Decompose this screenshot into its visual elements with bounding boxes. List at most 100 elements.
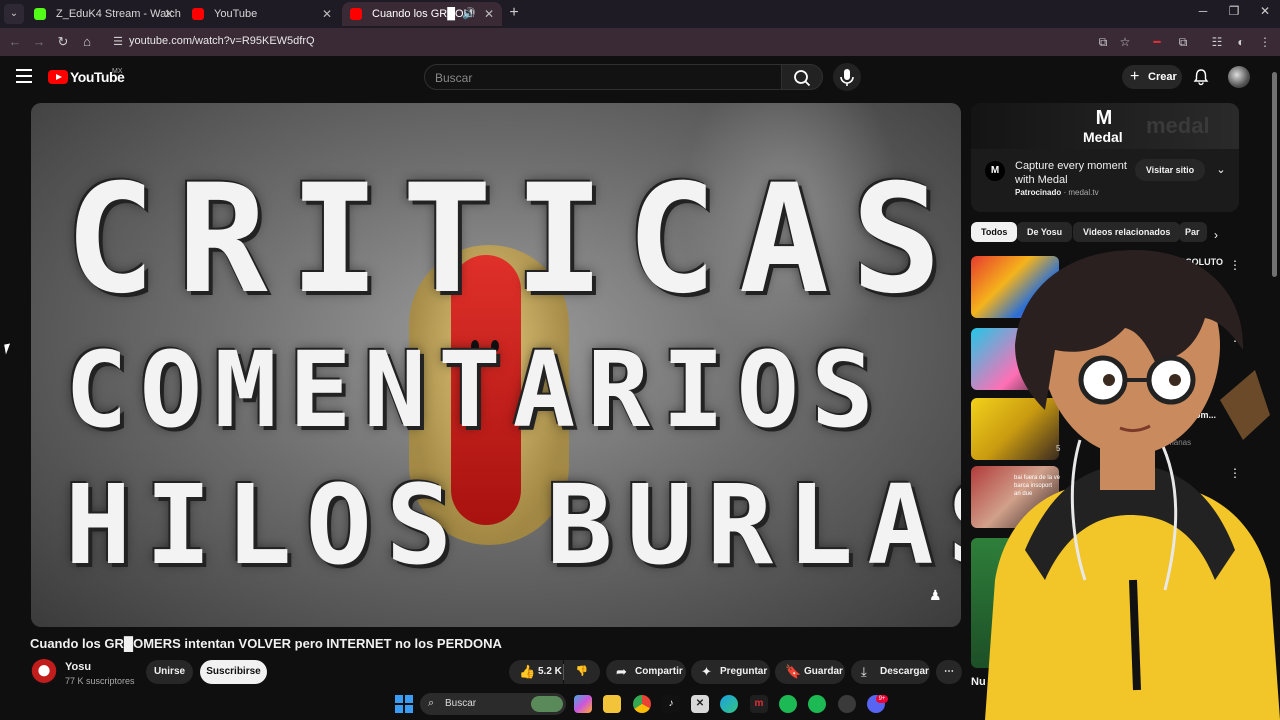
forward-icon[interactable]: →: [30, 34, 48, 50]
chip-de-yosu[interactable]: De Yosu: [1017, 222, 1073, 242]
new-tab-icon[interactable]: +: [505, 3, 523, 23]
chip-partial[interactable]: Par: [1179, 222, 1207, 242]
related-thumbnail[interactable]: [971, 538, 1059, 668]
medal-taskbar-icon[interactable]: m: [750, 695, 768, 713]
youtube-favicon-icon: [350, 8, 362, 20]
browser-menu-icon[interactable]: ⋮: [1256, 34, 1274, 50]
subscriber-count: 77 K suscriptores: [65, 676, 135, 686]
browser-toolbar: ← → ↻ ⌂ ☰ youtube.com/watch?v=R95KEW5dfr…: [0, 28, 1280, 56]
country-code: MX: [112, 68, 123, 75]
more-actions-button[interactable]: ⋯: [936, 660, 962, 684]
home-icon[interactable]: ⌂: [78, 34, 96, 50]
reload-icon[interactable]: ↻: [54, 34, 72, 50]
kick-favicon-icon: [34, 8, 46, 20]
tab-kick-stream[interactable]: Z_EduK4 Stream - Watch Live o ✕: [26, 2, 182, 26]
more-vertical-icon[interactable]: ⋮: [1229, 330, 1241, 344]
voice-search-button[interactable]: [833, 63, 861, 91]
close-tab-icon[interactable]: ✕: [322, 2, 332, 26]
ad-banner[interactable]: medal M Medal: [971, 103, 1239, 149]
tiktok-icon[interactable]: ♪: [662, 695, 680, 713]
close-tab-icon[interactable]: ✕: [484, 2, 494, 26]
save-label: Guardar: [804, 666, 843, 677]
channel-avatar[interactable]: [31, 659, 57, 685]
minimize-icon[interactable]: ─: [1192, 4, 1214, 18]
more-vertical-icon[interactable]: ⋮: [1229, 258, 1241, 272]
ad-title[interactable]: Capture every moment with Medal: [1015, 159, 1135, 187]
extension-red-icon[interactable]: ━: [1148, 34, 1166, 50]
sponsored-label: Patrocinado: [1015, 188, 1062, 197]
spotify-icon[interactable]: [808, 695, 826, 713]
bookmark-star-icon[interactable]: ☆: [1116, 34, 1134, 50]
ask-button[interactable]: ✦ Preguntar: [691, 660, 770, 684]
page-scrollbar[interactable]: [1271, 60, 1277, 290]
edge-icon[interactable]: [720, 695, 738, 713]
download-button[interactable]: ⤓ Descargar: [851, 660, 930, 684]
channel-name[interactable]: Yosu: [65, 661, 91, 673]
reading-list-icon[interactable]: ☷: [1208, 34, 1226, 50]
video-duration: 5: [1056, 444, 1061, 453]
maximize-icon[interactable]: ❐: [1223, 4, 1245, 18]
tab-youtube[interactable]: YouTube ✕: [184, 2, 340, 26]
app-icon[interactable]: [838, 695, 856, 713]
speaker-icon[interactable]: 🔊: [462, 2, 476, 26]
ad-banner-watermark: medal: [1146, 113, 1210, 138]
dislike-button[interactable]: 👎: [564, 660, 600, 684]
like-button[interactable]: 👍 5.2 K: [509, 660, 563, 684]
share-button[interactable]: ➦ Compartir: [606, 660, 686, 684]
url-text[interactable]: youtube.com/watch?v=R95KEW5dfrQ: [129, 35, 315, 47]
extensions-icon[interactable]: ⧉: [1174, 34, 1192, 50]
more-vertical-icon[interactable]: ⋮: [1229, 398, 1241, 412]
notifications-bell-icon[interactable]: [1192, 68, 1210, 86]
search-button[interactable]: [781, 64, 823, 90]
related-thumbnail[interactable]: [971, 256, 1059, 318]
search-icon: [794, 70, 811, 87]
thumbs-down-icon: 👎: [575, 666, 589, 677]
spotify-icon[interactable]: [779, 695, 797, 713]
mouse-cursor-icon: [4, 343, 12, 355]
address-bar[interactable]: ☰ youtube.com/watch?v=R95KEW5dfrQ: [104, 31, 1142, 53]
close-tab-icon[interactable]: ✕: [164, 2, 174, 26]
search-highlight-image: [531, 696, 563, 712]
thumbnail-caption: bai fuera de la ve barca insoport ari due: [1014, 475, 1061, 497]
save-button[interactable]: 🔖 Guardar: [775, 660, 845, 684]
back-icon[interactable]: ←: [6, 34, 24, 50]
capcut-icon[interactable]: ✕: [691, 695, 709, 713]
windows-start-icon[interactable]: [395, 695, 413, 713]
account-avatar[interactable]: [1228, 66, 1250, 88]
site-info-icon[interactable]: ☰: [110, 34, 126, 50]
medal-avatar-icon[interactable]: M: [985, 161, 1005, 181]
chevron-right-icon[interactable]: ›: [1214, 228, 1218, 242]
chevron-down-icon[interactable]: ⌄: [1213, 162, 1229, 178]
tab-search-menu-icon[interactable]: ⌄: [4, 4, 24, 24]
create-button[interactable]: + Crear: [1122, 65, 1182, 89]
profile-icon[interactable]: ◐: [1232, 34, 1250, 50]
search-input[interactable]: Buscar: [424, 64, 782, 90]
visit-site-button[interactable]: Visitar sitio: [1135, 159, 1205, 181]
ad-brand: Medal: [1083, 129, 1123, 145]
share-arrow-icon: ➦: [616, 664, 627, 679]
file-explorer-icon[interactable]: [603, 695, 621, 713]
subscribe-button[interactable]: Suscribirse: [200, 660, 267, 684]
install-app-icon[interactable]: ⧉: [1094, 34, 1112, 50]
bookmark-icon: 🔖: [785, 664, 802, 679]
more-vertical-icon[interactable]: ⋮: [1229, 466, 1241, 480]
close-window-icon[interactable]: ✕: [1254, 4, 1276, 18]
chrome-icon[interactable]: [633, 695, 651, 713]
chip-todos[interactable]: Todos: [971, 222, 1018, 242]
share-label: Compartir: [635, 666, 683, 677]
join-button[interactable]: Unirse: [146, 660, 193, 684]
related-title[interactable]: EN ABSOLUTO CIRCUS ...: [1158, 256, 1223, 282]
taskbar-search[interactable]: ⌕ Buscar: [420, 693, 566, 715]
related-thumbnail[interactable]: [971, 398, 1059, 460]
tab-current-video[interactable]: Cuando los GR█OMERS inte 🔊 ✕: [342, 2, 502, 26]
medal-ad-card[interactable]: medal M Medal: [971, 103, 1239, 212]
related-title[interactable]: ASI RAS (y cóm...: [1158, 396, 1216, 422]
menu-icon[interactable]: [16, 69, 32, 83]
like-count: 5.2 K: [538, 666, 562, 677]
related-thumbnail[interactable]: [971, 328, 1059, 390]
copilot-icon[interactable]: [574, 695, 592, 713]
sparkle-icon: ✦: [701, 664, 712, 679]
video-player[interactable]: CRITICAS COMENTARIOS HILOS BURLAS ♟: [31, 103, 961, 627]
channel-watermark-icon[interactable]: ♟: [929, 587, 947, 609]
chip-videos-relacionados[interactable]: Videos relacionados: [1073, 222, 1181, 242]
